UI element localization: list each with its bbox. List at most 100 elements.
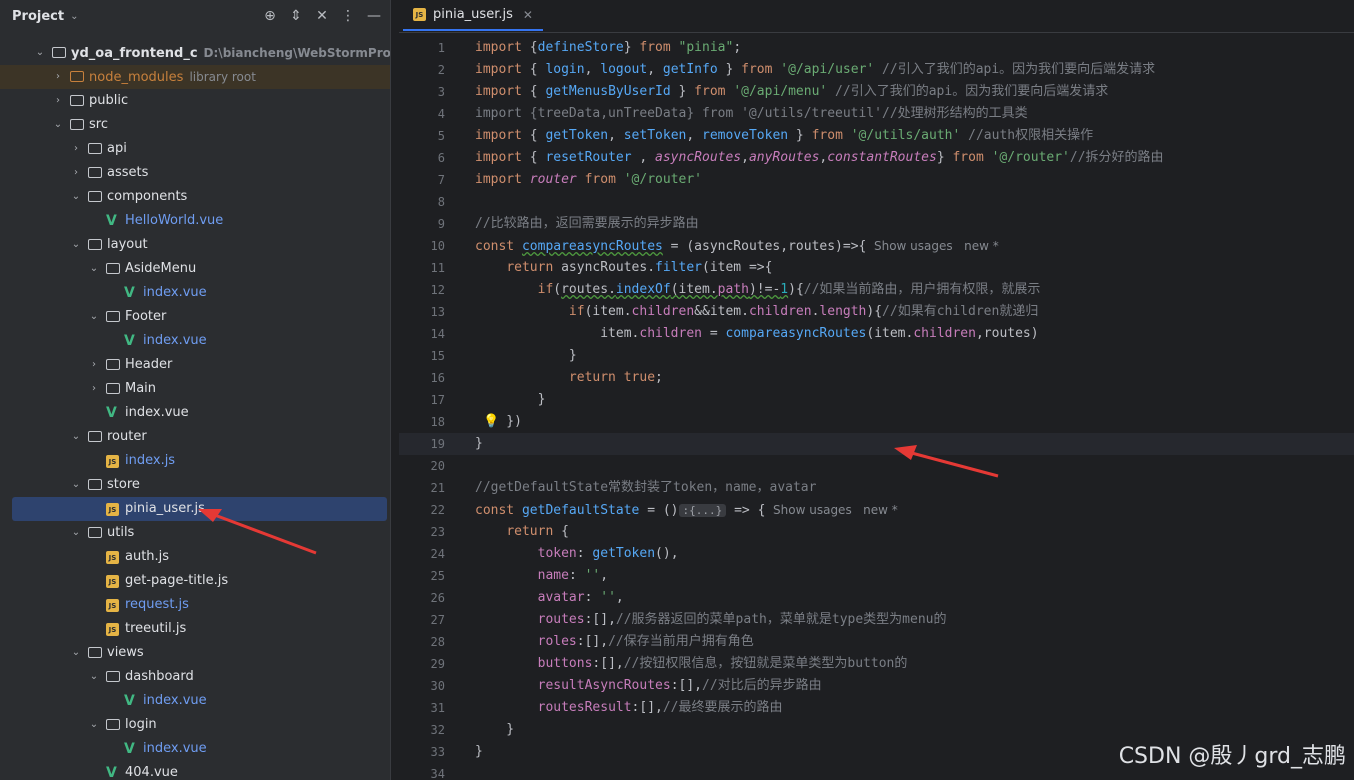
code-line[interactable]: 5 import { getToken, setToken, removeToke… bbox=[399, 125, 1354, 147]
code-line[interactable]: 26 avatar: '', bbox=[399, 587, 1354, 609]
code-line[interactable]: 24 token: getToken(), bbox=[399, 543, 1354, 565]
line-number: 33 bbox=[430, 745, 445, 759]
code-line[interactable]: 17 } bbox=[399, 389, 1354, 411]
options-icon[interactable]: ⋮ bbox=[340, 7, 356, 25]
close-icon[interactable]: ✕ bbox=[523, 8, 533, 22]
tree-item[interactable]: JS auth.js bbox=[0, 545, 390, 569]
tree-item[interactable]: › Header bbox=[0, 353, 390, 377]
chevron-down-icon[interactable]: ⌄ bbox=[70, 425, 82, 449]
code-line[interactable]: 11 return asyncRoutes.filter(item =>{ bbox=[399, 257, 1354, 279]
tree-item[interactable]: Vindex.vue bbox=[0, 689, 390, 713]
tree-item[interactable]: ⌄ Footer bbox=[0, 305, 390, 329]
tree-item[interactable]: Vindex.vue bbox=[0, 329, 390, 353]
code-line[interactable]: 15 } bbox=[399, 345, 1354, 367]
tree-item[interactable]: ⌄ src bbox=[0, 113, 390, 137]
tab-pinia-user-js[interactable]: JS pinia_user.js ✕ bbox=[403, 0, 543, 31]
tree-item[interactable]: JS pinia_user.js bbox=[12, 497, 387, 521]
tree-item[interactable]: JS treeutil.js bbox=[0, 617, 390, 641]
tree-item[interactable]: › api bbox=[0, 137, 390, 161]
tree-item[interactable]: JS request.js bbox=[0, 593, 390, 617]
expand-all-icon[interactable]: ⇕ bbox=[288, 7, 304, 25]
code-line[interactable]: 30 resultAsyncRoutes:[],//对比后的异步路由 bbox=[399, 675, 1354, 697]
code-line[interactable]: 19} bbox=[399, 433, 1354, 455]
tree-item[interactable]: ⌄ components bbox=[0, 185, 390, 209]
code-line[interactable]: 3 import { getMenusByUserId } from '@/api… bbox=[399, 81, 1354, 103]
tree-item[interactable]: › assets bbox=[0, 161, 390, 185]
code-text: import { resetRouter , asyncRoutes,anyRo… bbox=[475, 150, 1164, 165]
line-number: 7 bbox=[437, 173, 445, 187]
tree-item[interactable]: Vindex.vue bbox=[0, 737, 390, 761]
tree-item[interactable]: V 404.vue bbox=[0, 761, 390, 780]
code-line[interactable]: 2 import { login, logout, getInfo } from … bbox=[399, 59, 1354, 81]
code-line[interactable]: 23 return { bbox=[399, 521, 1354, 543]
chevron-down-icon[interactable]: ⌄ bbox=[88, 665, 100, 689]
locate-icon[interactable]: ⊕ bbox=[262, 7, 278, 25]
line-number: 30 bbox=[430, 679, 445, 693]
collapse-all-icon[interactable]: ✕ bbox=[314, 7, 330, 25]
tree-item[interactable]: Vindex.vue bbox=[0, 401, 390, 425]
tree-item[interactable]: ⌄ views bbox=[0, 641, 390, 665]
tree-item[interactable]: ⌄ router bbox=[0, 425, 390, 449]
code-line[interactable]: 31 routesResult:[],//最终要展示的路由 bbox=[399, 697, 1354, 719]
chevron-right-icon[interactable]: › bbox=[88, 353, 100, 377]
code-line[interactable]: 1 import {defineStore} from "pinia"; bbox=[399, 37, 1354, 59]
tree-item[interactable]: ⌄ yd_oa_frontend_c D:\biancheng\WebStormPr… bbox=[0, 41, 390, 65]
code-line[interactable]: 8 bbox=[399, 191, 1354, 213]
code-line[interactable]: 20 bbox=[399, 455, 1354, 477]
tree-item[interactable]: ⌄ dashboard bbox=[0, 665, 390, 689]
code-line[interactable]: 25 name: '', bbox=[399, 565, 1354, 587]
chevron-down-icon[interactable]: ⌄ bbox=[70, 473, 82, 497]
code-line[interactable]: 7 import router from '@/router' bbox=[399, 169, 1354, 191]
chevron-down-icon[interactable]: ⌄ bbox=[70, 521, 82, 545]
tree-item[interactable]: JS index.js bbox=[0, 449, 390, 473]
code-line[interactable]: 21 //getDefaultState常数封装了token，name，avata… bbox=[399, 477, 1354, 499]
tree-item[interactable]: ⌄ store bbox=[0, 473, 390, 497]
tree-item[interactable]: ⌄ login bbox=[0, 713, 390, 737]
chevron-right-icon[interactable]: › bbox=[88, 377, 100, 401]
code-line[interactable]: 10 const compareasyncRoutes = (asyncRoute… bbox=[399, 235, 1354, 257]
code-text: if(item.children&&item.children.length){… bbox=[568, 304, 1039, 319]
tree-item[interactable]: › Main bbox=[0, 377, 390, 401]
chevron-right-icon[interactable]: › bbox=[52, 65, 64, 89]
code-line[interactable]: 6 import { resetRouter , asyncRoutes,anyR… bbox=[399, 147, 1354, 169]
panel-divider[interactable] bbox=[390, 0, 399, 780]
chevron-right-icon[interactable]: › bbox=[52, 89, 64, 113]
folder-icon bbox=[52, 47, 66, 58]
chevron-down-icon[interactable]: ⌄ bbox=[88, 257, 100, 281]
code-line[interactable]: 27 routes:[],//服务器返回的菜单path，菜单就是type类型为m… bbox=[399, 609, 1354, 631]
code-line[interactable]: 14 item.children = compareasyncRoutes(it… bbox=[399, 323, 1354, 345]
code-line[interactable]: 13 if(item.children&&item.children.lengt… bbox=[399, 301, 1354, 323]
tree-item[interactable]: V HelloWorld.vue bbox=[0, 209, 390, 233]
chevron-down-icon[interactable]: ⌄ bbox=[88, 305, 100, 329]
code-line[interactable]: 29 buttons:[],//按钮权限信息，按钮就是菜单类型为button的 bbox=[399, 653, 1354, 675]
chevron-right-icon[interactable]: › bbox=[70, 137, 82, 161]
chevron-down-icon[interactable]: ⌄ bbox=[70, 641, 82, 665]
code-line[interactable]: 22 const getDefaultState = ():{...} => { … bbox=[399, 499, 1354, 521]
tree-item[interactable]: Vindex.vue bbox=[0, 281, 390, 305]
folder-icon bbox=[88, 191, 102, 202]
code-area[interactable]: 1 import {defineStore} from "pinia"; 2 impo… bbox=[399, 37, 1354, 780]
tree-item[interactable]: ⌄ layout bbox=[0, 233, 390, 257]
tree-item[interactable]: ⌄ utils bbox=[0, 521, 390, 545]
code-text: item.children = compareasyncRoutes(item.… bbox=[475, 326, 1039, 341]
line-number: 2 bbox=[437, 63, 445, 77]
lightbulb-icon[interactable]: 💡 bbox=[483, 411, 499, 433]
folder-icon bbox=[88, 647, 102, 658]
code-line[interactable]: 9 //比较路由，返回需要展示的异步路由 bbox=[399, 213, 1354, 235]
chevron-down-icon[interactable]: ⌄ bbox=[34, 41, 46, 65]
code-line[interactable]: 18 }) 💡 bbox=[399, 411, 1354, 433]
tree-item[interactable]: › node_modules library root bbox=[0, 65, 390, 89]
chevron-down-icon[interactable]: ⌄ bbox=[52, 113, 64, 137]
hide-icon[interactable]: — bbox=[366, 7, 382, 25]
tree-item[interactable]: ⌄ AsideMenu bbox=[0, 257, 390, 281]
tree-item[interactable]: › public bbox=[0, 89, 390, 113]
chevron-down-icon[interactable]: ⌄ bbox=[70, 233, 82, 257]
chevron-right-icon[interactable]: › bbox=[70, 161, 82, 185]
chevron-down-icon[interactable]: ⌄ bbox=[88, 713, 100, 737]
code-line[interactable]: 12 if(routes.indexOf(item.path)!=-1){//如… bbox=[399, 279, 1354, 301]
chevron-down-icon[interactable]: ⌄ bbox=[70, 185, 82, 209]
code-line[interactable]: 16 return true; bbox=[399, 367, 1354, 389]
code-line[interactable]: 28 roles:[],//保存当前用户拥有角色 bbox=[399, 631, 1354, 653]
code-line[interactable]: 4 import {treeData,unTreeData} from '@/ut… bbox=[399, 103, 1354, 125]
tree-item[interactable]: JS get-page-title.js bbox=[0, 569, 390, 593]
